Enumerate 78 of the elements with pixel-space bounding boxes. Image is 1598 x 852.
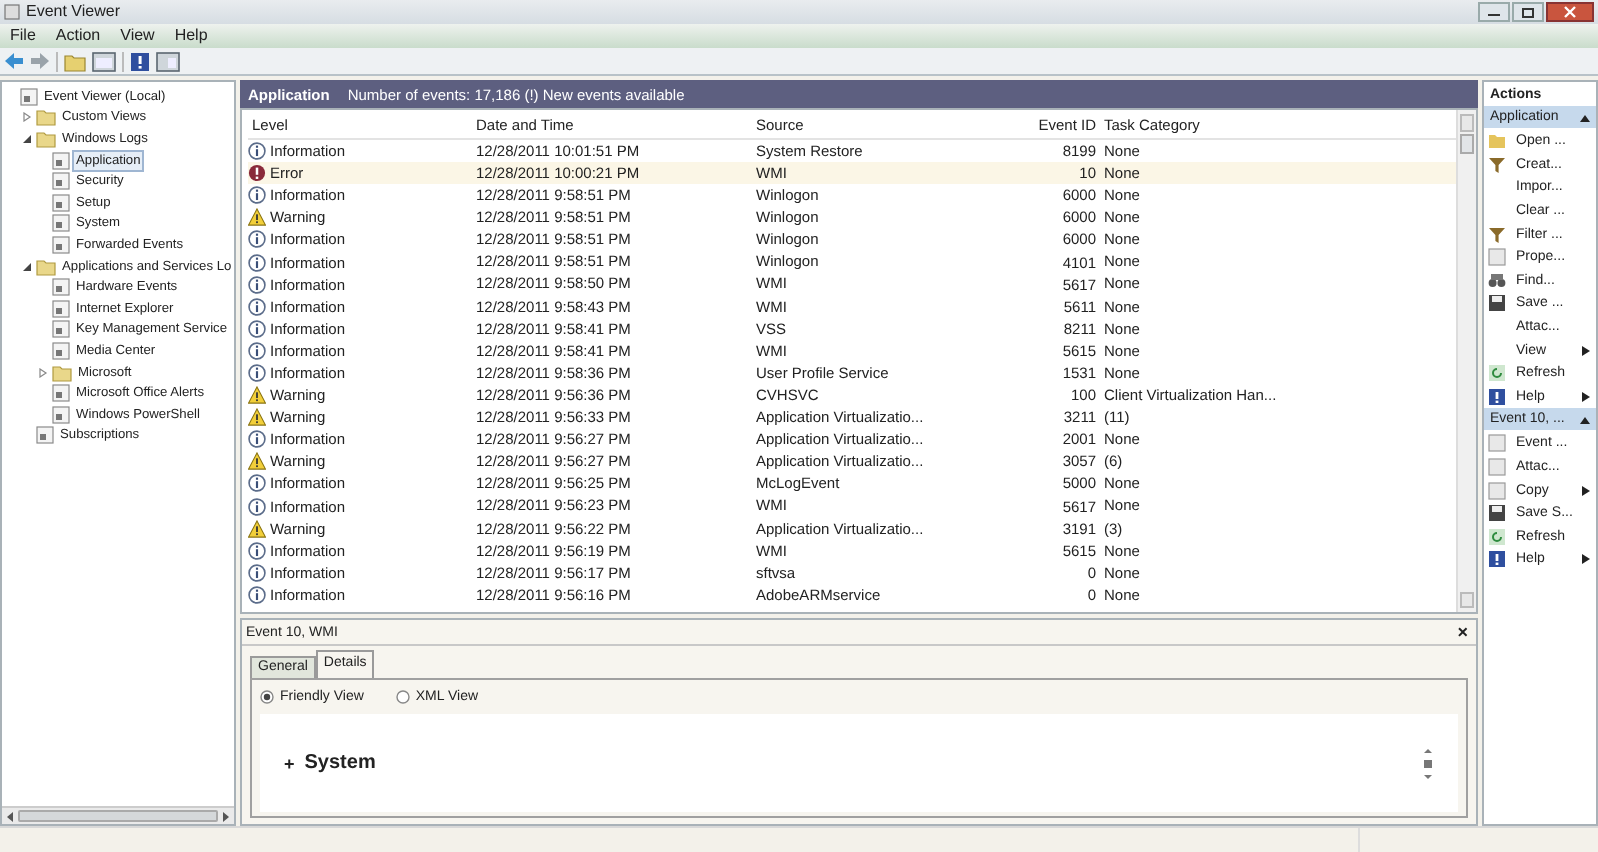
warning-icon <box>248 386 266 405</box>
info-icon <box>248 230 266 249</box>
app-icon <box>4 4 20 20</box>
info-icon <box>248 563 266 582</box>
folder-icon <box>52 363 72 382</box>
maximize-button[interactable] <box>1512 2 1544 22</box>
info-icon <box>248 585 266 604</box>
close-button[interactable] <box>1546 2 1594 22</box>
log-icon <box>52 151 70 170</box>
info-icon <box>248 275 266 294</box>
submenu-arrow-icon <box>1582 345 1590 356</box>
collapse-icon[interactable] <box>1580 113 1590 121</box>
filter-icon <box>1488 155 1506 174</box>
warning-icon <box>248 519 266 538</box>
log-icon <box>52 278 70 297</box>
save-icon <box>1488 294 1506 313</box>
menu-item[interactable]: View <box>120 26 155 46</box>
log-icon <box>52 341 70 360</box>
log-icon <box>52 320 70 339</box>
menu-item[interactable]: Help <box>174 26 208 46</box>
binoculars-icon <box>1488 271 1506 290</box>
save-icon <box>1488 504 1506 523</box>
expanded-icon[interactable] <box>21 261 31 272</box>
menu-item[interactable]: Action <box>55 26 101 46</box>
log-icon <box>52 405 70 424</box>
expand-toggle[interactable]: + <box>284 753 295 773</box>
folder-icon <box>36 257 56 276</box>
info-icon <box>248 186 266 205</box>
menu-item[interactable]: File <box>10 26 36 46</box>
info-icon <box>248 430 266 449</box>
back-icon[interactable] <box>4 52 24 70</box>
filter-icon <box>1488 225 1506 244</box>
section-label: System <box>304 752 376 774</box>
refresh-icon <box>1488 527 1506 546</box>
submenu-arrow-icon <box>1582 485 1590 496</box>
radio-button[interactable] <box>260 690 274 704</box>
log-icon <box>52 235 70 254</box>
minimize-button[interactable] <box>1478 2 1510 22</box>
collapsed-icon[interactable] <box>37 367 47 378</box>
vertical-scrollbar[interactable] <box>1456 110 1476 612</box>
info-icon <box>248 297 266 316</box>
window-title: Event Viewer <box>26 2 120 22</box>
warning-icon <box>248 408 266 427</box>
submenu-arrow-icon <box>1582 391 1590 402</box>
log-icon <box>52 299 70 318</box>
refresh-icon <box>1488 364 1506 383</box>
close-icon <box>1564 6 1576 18</box>
horizontal-scrollbar[interactable] <box>2 806 234 824</box>
submenu-arrow-icon <box>1582 554 1590 565</box>
folder-icon <box>1488 132 1506 151</box>
info-icon <box>248 319 266 338</box>
panel-icon[interactable] <box>92 51 116 71</box>
info-icon <box>248 363 266 382</box>
left-arrow-icon[interactable] <box>6 811 14 821</box>
radio-button[interactable] <box>395 690 410 704</box>
log-icon <box>52 172 70 191</box>
right-arrow-icon[interactable] <box>222 811 230 821</box>
log-icon <box>52 193 70 212</box>
error-icon <box>248 164 266 183</box>
info-icon <box>248 341 266 360</box>
expanded-icon[interactable] <box>21 133 31 144</box>
warning-icon <box>248 452 266 471</box>
info-icon <box>248 541 266 560</box>
info-icon <box>248 497 266 516</box>
log-icon <box>52 384 70 403</box>
log-icon <box>36 426 54 445</box>
scroll-icon[interactable] <box>1422 747 1434 779</box>
collapsed-icon[interactable] <box>21 112 31 123</box>
info-icon <box>248 142 266 161</box>
info-icon <box>248 253 266 272</box>
log-icon <box>20 87 38 106</box>
collapse-icon[interactable] <box>1580 415 1590 424</box>
panel-icon[interactable] <box>156 51 180 71</box>
warning-icon <box>248 208 266 227</box>
sheet-icon <box>1488 248 1506 267</box>
close-button[interactable]: × <box>1457 622 1472 642</box>
log-icon <box>52 214 70 233</box>
info-icon <box>248 474 266 493</box>
